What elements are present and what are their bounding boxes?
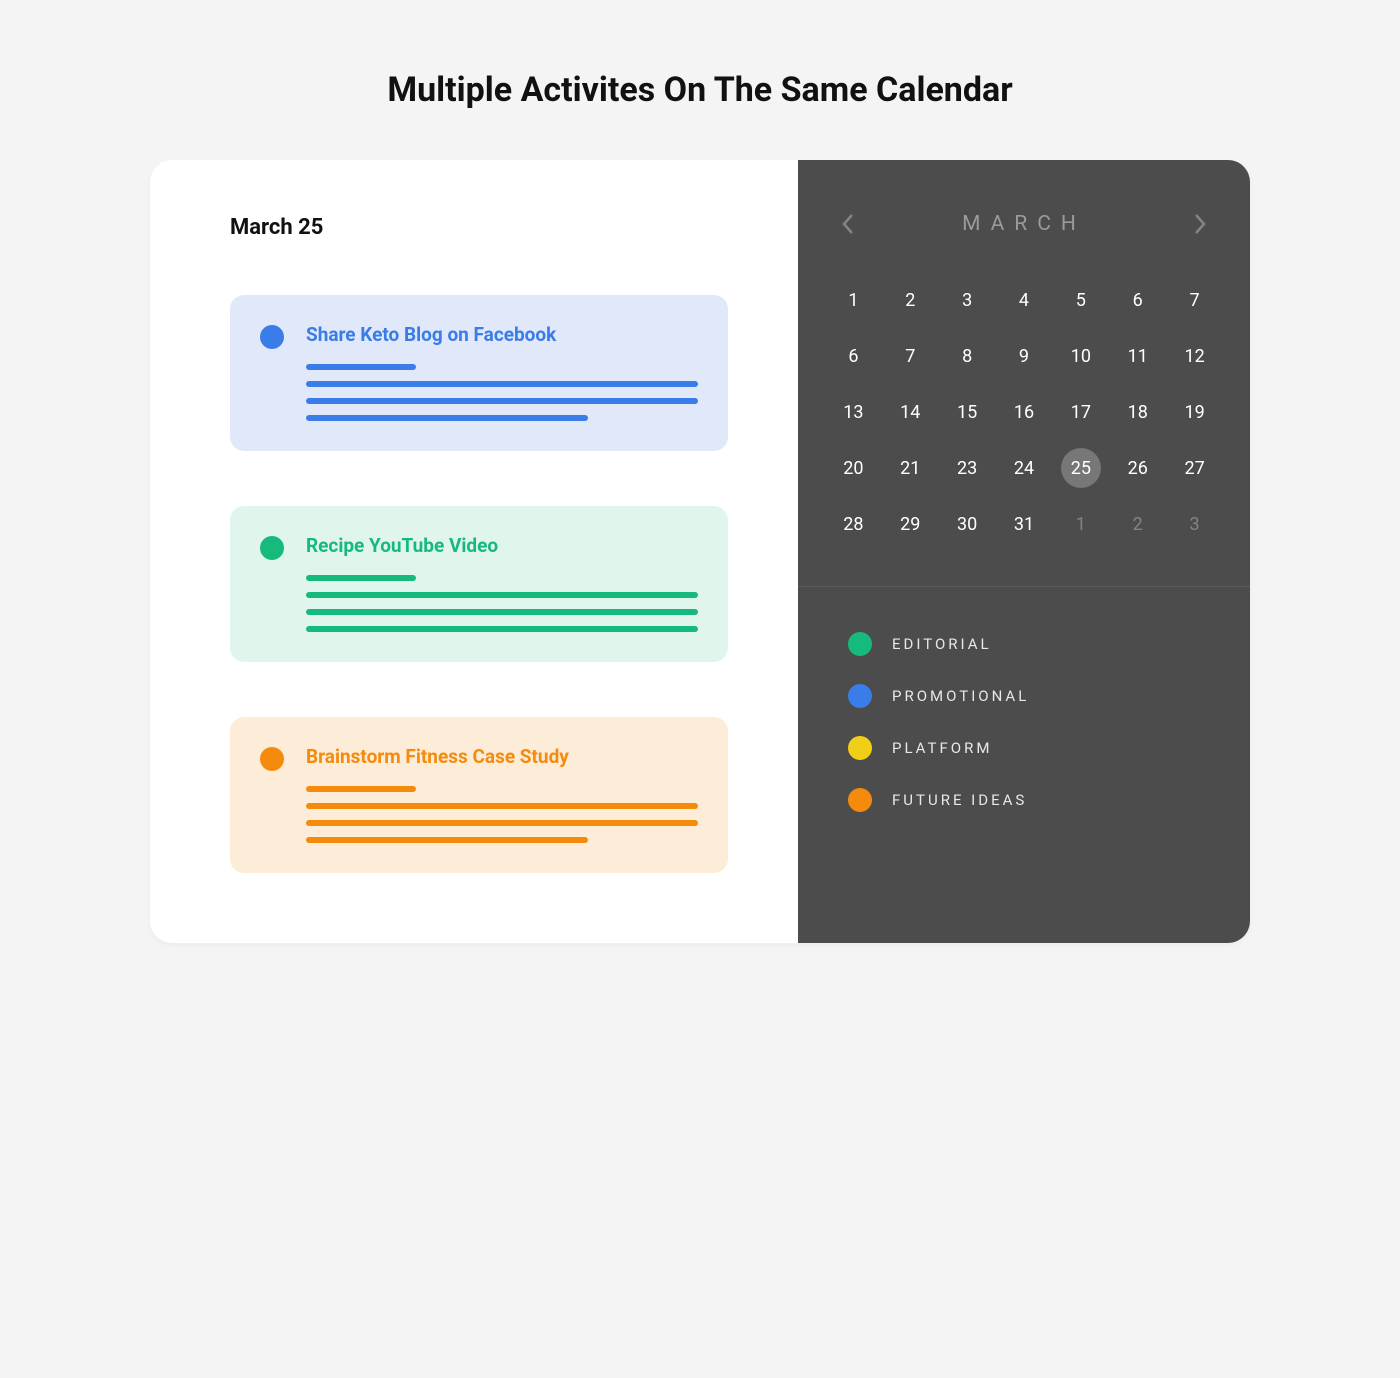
date-heading: March 25 bbox=[230, 215, 728, 240]
calendar-day[interactable]: 5 bbox=[1055, 278, 1106, 322]
calendar-day[interactable]: 26 bbox=[1112, 446, 1163, 490]
page-title: Multiple Activites On The Same Calendar bbox=[0, 70, 1400, 110]
calendar-day[interactable]: 3 bbox=[1169, 502, 1220, 546]
legend-dot-icon bbox=[848, 632, 872, 656]
activity-title: Share Keto Blog on Facebook bbox=[306, 323, 698, 346]
activity-card[interactable]: Brainstorm Fitness Case Study bbox=[230, 717, 728, 873]
calendar-day[interactable]: 15 bbox=[942, 390, 993, 434]
legend-item: EDITORIAL bbox=[848, 632, 1205, 656]
next-month-button[interactable] bbox=[1192, 210, 1208, 238]
calendar-day[interactable]: 19 bbox=[1169, 390, 1220, 434]
legend-label: PLATFORM bbox=[892, 739, 992, 757]
calendar-day[interactable]: 10 bbox=[1055, 334, 1106, 378]
calendar-day[interactable]: 28 bbox=[828, 502, 879, 546]
calendar-day[interactable]: 9 bbox=[999, 334, 1050, 378]
calendar-day[interactable]: 17 bbox=[1055, 390, 1106, 434]
calendar-day[interactable]: 27 bbox=[1169, 446, 1220, 490]
placeholder-lines bbox=[306, 364, 698, 421]
category-dot-icon bbox=[260, 747, 284, 771]
activity-card[interactable]: Recipe YouTube Video bbox=[230, 506, 728, 662]
calendar-day[interactable]: 14 bbox=[885, 390, 936, 434]
calendar-day[interactable]: 16 bbox=[999, 390, 1050, 434]
placeholder-lines bbox=[306, 786, 698, 843]
calendar-day[interactable]: 2 bbox=[885, 278, 936, 322]
legend-item: PLATFORM bbox=[848, 736, 1205, 760]
calendar-card: March 25 Share Keto Blog on Facebook Rec… bbox=[150, 160, 1250, 943]
calendar-day[interactable]: 1 bbox=[1055, 502, 1106, 546]
calendar-panel: MARCH 1234567678910111213141516171819202… bbox=[798, 160, 1250, 943]
legend-label: PROMOTIONAL bbox=[892, 687, 1029, 705]
legend-dot-icon bbox=[848, 736, 872, 760]
legend-item: FUTURE IDEAS bbox=[848, 788, 1205, 812]
activity-title: Brainstorm Fitness Case Study bbox=[306, 745, 698, 768]
calendar-day[interactable]: 18 bbox=[1112, 390, 1163, 434]
prev-month-button[interactable] bbox=[840, 210, 856, 238]
calendar-day[interactable]: 6 bbox=[828, 334, 879, 378]
legend: EDITORIAL PROMOTIONAL PLATFORM FUTURE IDEAS bbox=[798, 587, 1250, 872]
calendar-day[interactable]: 3 bbox=[942, 278, 993, 322]
legend-label: EDITORIAL bbox=[892, 635, 992, 653]
activities-panel: March 25 Share Keto Blog on Facebook Rec… bbox=[150, 160, 798, 943]
calendar-day[interactable]: 25 bbox=[1055, 446, 1106, 490]
category-dot-icon bbox=[260, 325, 284, 349]
calendar-day[interactable]: 2 bbox=[1112, 502, 1163, 546]
calendar-day[interactable]: 1 bbox=[828, 278, 879, 322]
legend-dot-icon bbox=[848, 788, 872, 812]
calendar-header: MARCH bbox=[798, 160, 1250, 258]
calendar-day[interactable]: 13 bbox=[828, 390, 879, 434]
legend-item: PROMOTIONAL bbox=[848, 684, 1205, 708]
placeholder-lines bbox=[306, 575, 698, 632]
calendar-day[interactable]: 6 bbox=[1112, 278, 1163, 322]
calendar-day[interactable]: 30 bbox=[942, 502, 993, 546]
calendar-day[interactable]: 21 bbox=[885, 446, 936, 490]
calendar-day[interactable]: 24 bbox=[999, 446, 1050, 490]
calendar-day[interactable]: 12 bbox=[1169, 334, 1220, 378]
calendar-day[interactable]: 4 bbox=[999, 278, 1050, 322]
calendar-day[interactable]: 8 bbox=[942, 334, 993, 378]
activity-card[interactable]: Share Keto Blog on Facebook bbox=[230, 295, 728, 451]
legend-label: FUTURE IDEAS bbox=[892, 791, 1027, 809]
calendar-day[interactable]: 23 bbox=[942, 446, 993, 490]
activity-title: Recipe YouTube Video bbox=[306, 534, 698, 557]
calendar-day[interactable]: 20 bbox=[828, 446, 879, 490]
category-dot-icon bbox=[260, 536, 284, 560]
calendar-grid: 1234567678910111213141516171819202123242… bbox=[798, 258, 1250, 586]
legend-dot-icon bbox=[848, 684, 872, 708]
calendar-day[interactable]: 31 bbox=[999, 502, 1050, 546]
calendar-day[interactable]: 11 bbox=[1112, 334, 1163, 378]
calendar-day[interactable]: 29 bbox=[885, 502, 936, 546]
month-label: MARCH bbox=[962, 212, 1086, 236]
calendar-day[interactable]: 7 bbox=[885, 334, 936, 378]
calendar-day[interactable]: 7 bbox=[1169, 278, 1220, 322]
